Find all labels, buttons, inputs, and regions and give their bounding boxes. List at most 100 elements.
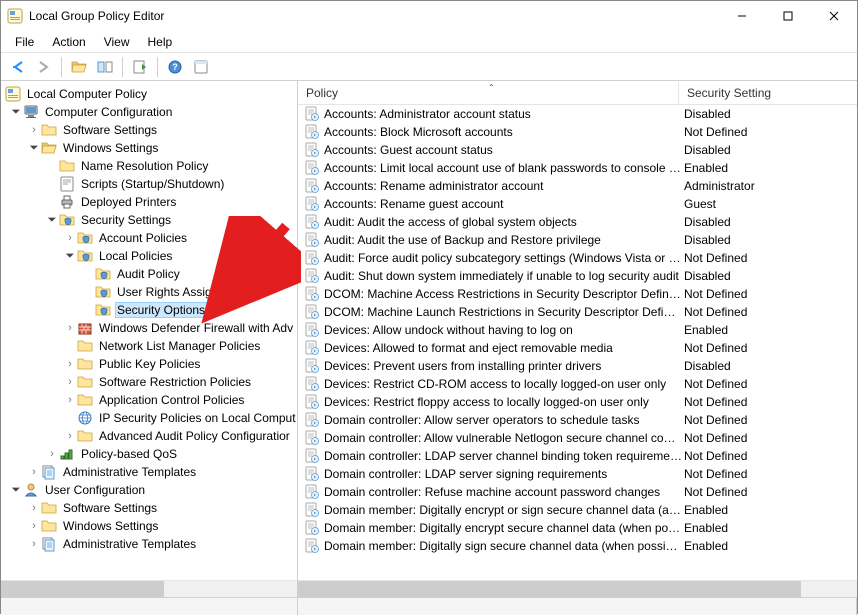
policy-row[interactable]: Accounts: Block Microsoft accountsNot De… bbox=[298, 123, 857, 141]
policy-row[interactable]: Domain member: Digitally encrypt or sign… bbox=[298, 501, 857, 519]
tree-user-software[interactable]: › Software Settings bbox=[5, 499, 297, 517]
policy-row[interactable]: Domain controller: LDAP server channel b… bbox=[298, 447, 857, 465]
folder-icon bbox=[95, 302, 111, 318]
chevron-right-icon[interactable]: › bbox=[63, 231, 77, 245]
policy-row[interactable]: Devices: Allow undock without having to … bbox=[298, 321, 857, 339]
policy-row[interactable]: Accounts: Rename guest accountGuest bbox=[298, 195, 857, 213]
chevron-right-icon[interactable]: › bbox=[27, 465, 41, 479]
policy-row[interactable]: Domain controller: LDAP server signing r… bbox=[298, 465, 857, 483]
tree-scripts[interactable]: Scripts (Startup/Shutdown) bbox=[5, 175, 297, 193]
chevron-right-icon[interactable]: › bbox=[27, 123, 41, 137]
policy-row[interactable]: Devices: Prevent users from installing p… bbox=[298, 357, 857, 375]
tree-firewall[interactable]: › Windows Defender Firewall with Adv bbox=[5, 319, 297, 337]
chevron-right-icon[interactable]: › bbox=[27, 519, 41, 533]
chevron-down-icon[interactable]: ⏷ bbox=[9, 105, 23, 119]
menu-file[interactable]: File bbox=[7, 33, 42, 51]
tree-ipsec[interactable]: IP Security Policies on Local Comput bbox=[5, 409, 297, 427]
chevron-right-icon[interactable]: › bbox=[27, 537, 41, 551]
chevron-down-icon[interactable]: ⏷ bbox=[45, 213, 59, 227]
help-button[interactable] bbox=[163, 55, 187, 79]
tree-pubkey[interactable]: › Public Key Policies bbox=[5, 355, 297, 373]
printer-icon bbox=[59, 194, 75, 210]
chevron-down-icon[interactable]: ⏷ bbox=[63, 249, 77, 263]
tree-app-control[interactable]: › Application Control Policies bbox=[5, 391, 297, 409]
tree-hscroll[interactable] bbox=[1, 580, 297, 597]
tree-software-settings[interactable]: › Software Settings bbox=[5, 121, 297, 139]
policy-row[interactable]: Domain controller: Allow vulnerable Netl… bbox=[298, 429, 857, 447]
chevron-right-icon[interactable]: › bbox=[63, 375, 77, 389]
menu-help[interactable]: Help bbox=[140, 33, 181, 51]
policy-row[interactable]: Audit: Force audit policy subcategory se… bbox=[298, 249, 857, 267]
network-icon bbox=[77, 410, 93, 426]
forward-button[interactable] bbox=[32, 55, 56, 79]
tree-audit-policy[interactable]: Audit Policy bbox=[5, 265, 297, 283]
tree-windows-settings[interactable]: ⏷ Windows Settings bbox=[5, 139, 297, 157]
tree-local-policies[interactable]: ⏷ Local Policies bbox=[5, 247, 297, 265]
policy-name: Domain member: Digitally encrypt secure … bbox=[324, 521, 682, 535]
policy-row[interactable]: Domain member: Digitally encrypt secure … bbox=[298, 519, 857, 537]
tree-qos[interactable]: › Policy-based QoS bbox=[5, 445, 297, 463]
policy-row[interactable]: Accounts: Rename administrator accountAd… bbox=[298, 177, 857, 195]
column-setting[interactable]: Security Setting bbox=[679, 82, 857, 104]
tree-deployed-printers[interactable]: Deployed Printers bbox=[5, 193, 297, 211]
tree-computer-configuration[interactable]: ⏷ Computer Configuration bbox=[5, 103, 297, 121]
policy-row[interactable]: Accounts: Limit local account use of bla… bbox=[298, 159, 857, 177]
list-hscroll[interactable] bbox=[298, 580, 857, 597]
chevron-right-icon[interactable]: › bbox=[45, 447, 59, 461]
policy-item-icon bbox=[304, 178, 320, 194]
policy-row[interactable]: Domain controller: Refuse machine accoun… bbox=[298, 483, 857, 501]
policy-row[interactable]: Audit: Shut down system immediately if u… bbox=[298, 267, 857, 285]
show-hide-tree-button[interactable] bbox=[93, 55, 117, 79]
tree-adv-audit[interactable]: › Advanced Audit Policy Configuratior bbox=[5, 427, 297, 445]
policy-setting: Enabled bbox=[682, 521, 857, 535]
folder-icon bbox=[59, 158, 75, 174]
tree-name-resolution[interactable]: Name Resolution Policy bbox=[5, 157, 297, 175]
tree-security-settings[interactable]: ⏷ Security Settings bbox=[5, 211, 297, 229]
tree-user-windows[interactable]: › Windows Settings bbox=[5, 517, 297, 535]
policy-row[interactable]: Audit: Audit the access of global system… bbox=[298, 213, 857, 231]
chevron-down-icon[interactable]: ⏷ bbox=[27, 141, 41, 155]
back-button[interactable] bbox=[6, 55, 30, 79]
tree-pane[interactable]: Local Computer Policy ⏷ Computer Configu… bbox=[1, 81, 298, 597]
menu-view[interactable]: View bbox=[96, 33, 138, 51]
tree-security-options[interactable]: Security Options bbox=[5, 301, 297, 319]
policy-row[interactable]: Domain controller: Allow server operator… bbox=[298, 411, 857, 429]
policy-item-icon bbox=[304, 286, 320, 302]
maximize-button[interactable] bbox=[765, 1, 811, 31]
tree-user-rights[interactable]: User Rights Assignment bbox=[5, 283, 297, 301]
chevron-right-icon[interactable]: › bbox=[63, 321, 77, 335]
minimize-button[interactable] bbox=[719, 1, 765, 31]
tree-account-policies[interactable]: › Account Policies bbox=[5, 229, 297, 247]
policy-row[interactable]: Devices: Allowed to format and eject rem… bbox=[298, 339, 857, 357]
folder-icon bbox=[77, 356, 93, 372]
close-button[interactable] bbox=[811, 1, 857, 31]
policy-row[interactable]: Devices: Restrict CD-ROM access to local… bbox=[298, 375, 857, 393]
chevron-right-icon[interactable]: › bbox=[27, 501, 41, 515]
policy-row[interactable]: Audit: Audit the use of Backup and Resto… bbox=[298, 231, 857, 249]
tree-soft-restrict[interactable]: › Software Restriction Policies bbox=[5, 373, 297, 391]
policy-row[interactable]: Accounts: Guest account statusDisabled bbox=[298, 141, 857, 159]
menubar: File Action View Help bbox=[1, 31, 857, 53]
tree-user-admin-templates[interactable]: › Administrative Templates bbox=[5, 535, 297, 553]
policy-row[interactable]: DCOM: Machine Launch Restrictions in Sec… bbox=[298, 303, 857, 321]
policy-name: Devices: Restrict CD-ROM access to local… bbox=[324, 377, 682, 391]
policy-setting: Not Defined bbox=[682, 395, 857, 409]
tree-nlm[interactable]: Network List Manager Policies bbox=[5, 337, 297, 355]
properties-button[interactable] bbox=[189, 55, 213, 79]
up-button[interactable] bbox=[67, 55, 91, 79]
tree-user-configuration[interactable]: ⏷ User Configuration bbox=[5, 481, 297, 499]
chevron-right-icon[interactable]: › bbox=[63, 429, 77, 443]
menu-action[interactable]: Action bbox=[44, 33, 93, 51]
policy-row[interactable]: Accounts: Administrator account statusDi… bbox=[298, 105, 857, 123]
policy-row[interactable]: Devices: Restrict floppy access to local… bbox=[298, 393, 857, 411]
policy-row[interactable]: DCOM: Machine Access Restrictions in Sec… bbox=[298, 285, 857, 303]
tree-root[interactable]: Local Computer Policy bbox=[5, 85, 297, 103]
tree-admin-templates[interactable]: › Administrative Templates bbox=[5, 463, 297, 481]
chevron-down-icon[interactable]: ⏷ bbox=[9, 483, 23, 497]
export-button[interactable] bbox=[128, 55, 152, 79]
policy-row[interactable]: Domain member: Digitally sign secure cha… bbox=[298, 537, 857, 555]
policy-list[interactable]: Accounts: Administrator account statusDi… bbox=[298, 105, 857, 580]
user-icon bbox=[23, 482, 39, 498]
chevron-right-icon[interactable]: › bbox=[63, 357, 77, 371]
chevron-right-icon[interactable]: › bbox=[63, 393, 77, 407]
